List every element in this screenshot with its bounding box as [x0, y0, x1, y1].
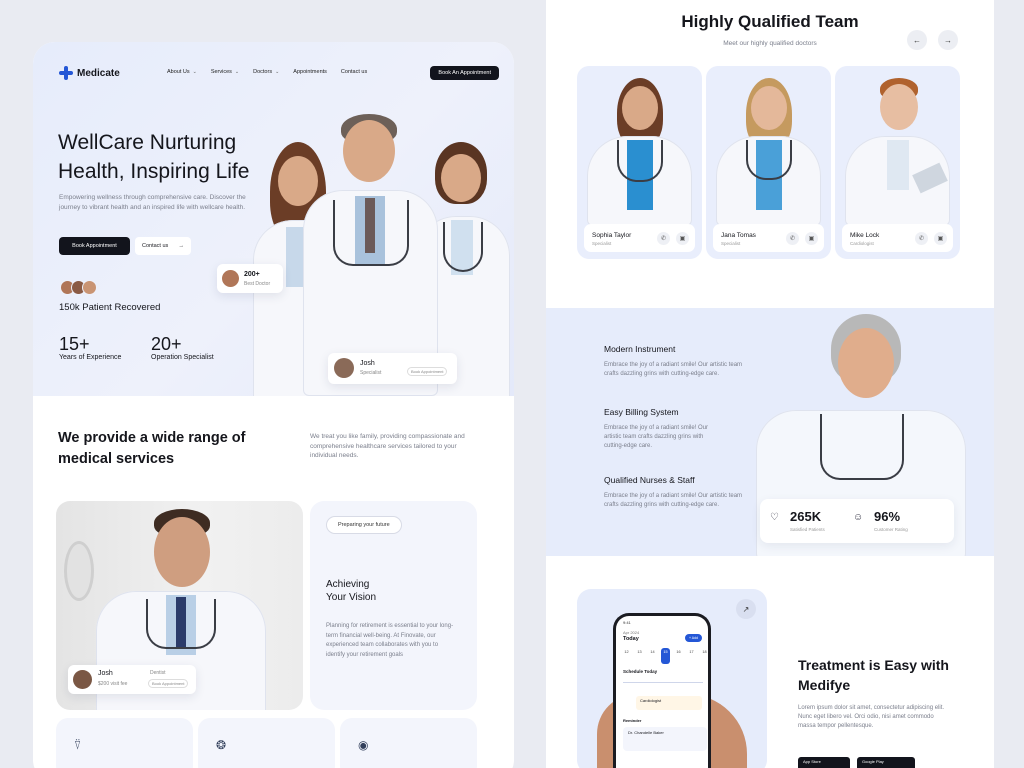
- service-tile-dental[interactable]: ⍢: [56, 718, 193, 768]
- timeline: [623, 682, 703, 683]
- nav-item-services[interactable]: Services ⌄: [211, 69, 239, 75]
- heart-rate-icon: ♡: [770, 512, 779, 523]
- hero-description: Empowering wellness through comprehensiv…: [59, 194, 246, 211]
- day-picker: 12 13 14 15 16 17 18: [622, 648, 708, 664]
- stats-card: ♡ 265K Satisfied Patients ☺ 96% Customer…: [760, 499, 954, 543]
- day-item-selected[interactable]: 15: [661, 648, 670, 664]
- member-info: Mike Lock Cardiologist ✆ ▣: [842, 224, 953, 252]
- doctor-portrait-photo: Josh $200 visit fee Dentist Book Appoint…: [56, 501, 303, 710]
- experience-stat: 15+ Years of Experience: [59, 334, 122, 361]
- chevron-down-icon: ⌄: [275, 69, 280, 75]
- book-appointment-nav-button[interactable]: Book An Appointment: [430, 66, 499, 80]
- day-item[interactable]: 13: [635, 648, 644, 664]
- team-section: Highly Qualified Team Meet our highly qu…: [546, 0, 994, 308]
- avatar: [334, 358, 354, 378]
- nav-item-appointments[interactable]: Appointments: [293, 69, 327, 75]
- eye-icon: ◉: [358, 738, 369, 752]
- services-description: We treat you like family, providing comp…: [310, 433, 465, 459]
- team-card[interactable]: Sophia Taylor Specialist ✆ ▣: [577, 66, 702, 259]
- reminder-card[interactable]: Dr. Chandelle Baker: [623, 727, 707, 751]
- chevron-down-icon: ⌄: [192, 69, 197, 75]
- book-appointment-button[interactable]: Book Appointment: [59, 237, 130, 255]
- app-promo-section: ↗ 9:41 Apr 2024 Today + Add 12 13 14 15 …: [546, 556, 994, 768]
- phone-icon[interactable]: ✆: [786, 232, 799, 245]
- schedule-event[interactable]: Cardiologist: [636, 696, 702, 710]
- tooth-icon: ⍢: [74, 738, 82, 752]
- vision-description: Planning for retirement is essential to …: [326, 623, 454, 658]
- app-preview-card: ↗ 9:41 Apr 2024 Today + Add 12 13 14 15 …: [577, 589, 767, 768]
- day-item[interactable]: 12: [622, 648, 631, 664]
- book-appointment-mini-button[interactable]: Book Appointment: [148, 679, 189, 688]
- app-description: Lorem ipsum dolor sit amet, consectetur …: [798, 705, 945, 729]
- arrow-up-right-icon: ↗: [742, 604, 750, 614]
- brand-name: Medicate: [77, 67, 120, 79]
- specialist-stat: 20+ Operation Specialist: [151, 334, 214, 361]
- smile-icon: ☺: [853, 512, 864, 523]
- team-title: Highly Qualified Team: [681, 12, 859, 31]
- best-doctor-badge: 200+ Best Doctor: [217, 264, 283, 293]
- day-item[interactable]: 16: [674, 648, 683, 664]
- top-nav: Medicate About Us ⌄ Services ⌄ Doctors ⌄ Ap…: [59, 66, 499, 84]
- vision-card: Preparing your future Achieving Your Vis…: [310, 501, 477, 710]
- team-card[interactable]: Jana Tomas Specialist ✆ ▣: [706, 66, 831, 259]
- phone-screen: 9:41 Apr 2024 Today + Add 12 13 14 15 16…: [616, 616, 708, 768]
- wall-clock: [64, 541, 94, 601]
- patient-avatars: [60, 280, 97, 295]
- services-heading: We provide a wide range of medical servi…: [58, 430, 246, 467]
- app-title: Treatment is Easy with Medifye: [798, 657, 949, 693]
- arrow-left-icon: ←: [913, 35, 921, 45]
- avatar: [222, 270, 239, 287]
- nav-links: About Us ⌄ Services ⌄ Doctors ⌄ Appointment…: [167, 69, 367, 75]
- doctor-card: Josh $200 visit fee Dentist Book Appoint…: [68, 665, 196, 694]
- chevron-down-icon: ⌄: [234, 69, 240, 75]
- avatar: [82, 280, 97, 295]
- hero-section: Medicate About Us ⌄ Services ⌄ Doctors ⌄ Ap…: [33, 42, 514, 396]
- arrow-right-icon: →: [944, 35, 952, 45]
- open-link-button[interactable]: ↗: [736, 599, 756, 619]
- service-tile-neurology[interactable]: ❂: [198, 718, 335, 768]
- member-info: Jana Tomas Specialist ✆ ▣: [713, 224, 824, 252]
- member-info: Sophia Taylor Specialist ✆ ▣: [584, 224, 695, 252]
- avatar: [73, 670, 92, 689]
- calendar-icon[interactable]: ▣: [676, 232, 689, 245]
- feature-item: Qualified Nurses & Staff Embrace the joy…: [604, 475, 743, 508]
- book-appointment-mini-button[interactable]: Book Appointment: [407, 367, 448, 376]
- arrow-right-icon: →: [178, 243, 185, 249]
- phone-icon[interactable]: ✆: [915, 232, 928, 245]
- day-item[interactable]: 14: [648, 648, 657, 664]
- feature-item: Modern Instrument Embrace the joy of a r…: [604, 344, 743, 377]
- add-button[interactable]: + Add: [684, 634, 702, 642]
- nav-item-contact[interactable]: Contact us: [341, 69, 367, 75]
- day-item[interactable]: 17: [687, 648, 696, 664]
- next-arrow-button[interactable]: →: [938, 30, 958, 50]
- preparing-future-pill[interactable]: Preparing your future: [326, 516, 402, 534]
- day-item[interactable]: 18: [700, 648, 708, 664]
- prev-arrow-button[interactable]: ←: [907, 30, 927, 50]
- doctor-info-card: Josh Specialist Book Appointment: [328, 353, 457, 384]
- app-store-button[interactable]: App Store: [798, 757, 850, 768]
- nav-item-doctors[interactable]: Doctors ⌄: [253, 69, 279, 75]
- brain-icon: ❂: [216, 738, 227, 752]
- patients-recovered: 150k Patient Recovered: [59, 302, 161, 313]
- phone-mockup: 9:41 Apr 2024 Today + Add 12 13 14 15 16…: [613, 613, 711, 768]
- phone-icon[interactable]: ✆: [657, 232, 670, 245]
- landing-page-card: Medicate About Us ⌄ Services ⌄ Doctors ⌄ Ap…: [33, 42, 514, 768]
- service-tile-eye[interactable]: ◉: [340, 718, 477, 768]
- feature-item: Easy Billing System Embrace the joy of a…: [604, 407, 709, 449]
- contact-us-button[interactable]: Contact us →: [135, 237, 191, 255]
- google-play-button[interactable]: Google Play: [857, 757, 915, 768]
- calendar-icon[interactable]: ▣: [934, 232, 947, 245]
- calendar-icon[interactable]: ▣: [805, 232, 818, 245]
- features-section: Modern Instrument Embrace the joy of a r…: [546, 308, 994, 560]
- team-card[interactable]: Mike Lock Cardiologist ✆ ▣: [835, 66, 960, 259]
- brand-logo[interactable]: Medicate: [59, 66, 120, 80]
- nav-item-about[interactable]: About Us ⌄: [167, 69, 197, 75]
- medical-cross-icon: [59, 66, 73, 80]
- vision-title: Achieving Your Vision: [326, 579, 377, 603]
